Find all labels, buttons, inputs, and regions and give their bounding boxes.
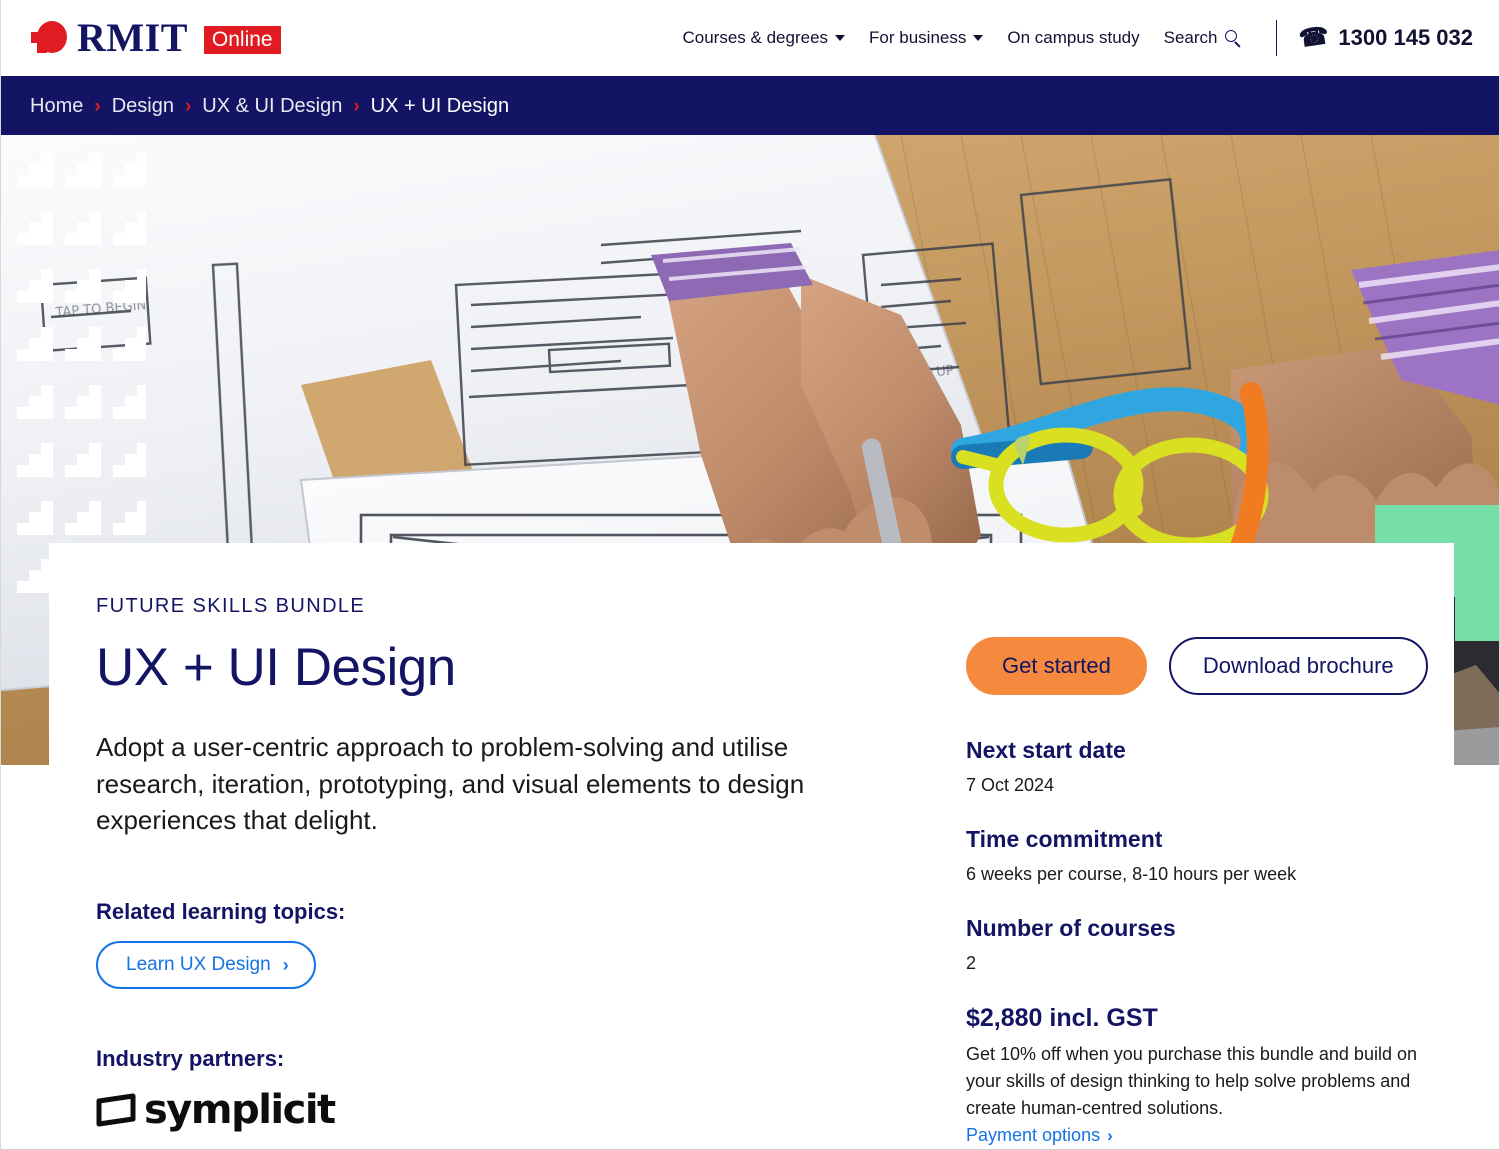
course-details-column: Get started Download brochure Next start… (966, 595, 1466, 1149)
breadcrumb: Home › Design › UX & UI Design › UX + UI… (1, 78, 1499, 135)
cta-button-row: Get started Download brochure (966, 637, 1466, 695)
price-block: $2,880 incl. GST Get 10% off when you pu… (966, 1004, 1466, 1146)
page-title: UX + UI Design (96, 638, 456, 697)
price-heading: $2,880 incl. GST (966, 1004, 1158, 1033)
nav-label: On campus study (1007, 28, 1140, 47)
fact-value: 7 Oct 2024 (966, 775, 1055, 795)
main-navigation: Courses & degrees For business On campus… (671, 0, 1473, 76)
nav-on-campus-study[interactable]: On campus study (995, 28, 1151, 48)
rmit-mark-icon (31, 21, 67, 55)
chevron-down-icon (835, 35, 846, 41)
nav-label: For business (869, 28, 967, 47)
chevron-right-icon: › (1107, 1125, 1113, 1145)
phone-link[interactable]: ☎ 1300 145 032 (1296, 22, 1473, 53)
nav-divider (1275, 20, 1277, 56)
get-started-button[interactable]: Get started (966, 637, 1147, 695)
site-header: RMIT Online Courses & degrees For busine… (1, 0, 1499, 78)
fact-number-of-courses: Number of courses 2 (966, 915, 1466, 976)
chevron-right-icon: › (282, 955, 289, 976)
nav-courses-and-degrees[interactable]: Courses & degrees (671, 28, 858, 48)
nav-search[interactable]: Search (1152, 28, 1254, 48)
online-badge: Online (203, 25, 281, 54)
course-primary-column: FUTURE SKILLS BUNDLE UX + UI Design Adop… (96, 595, 916, 1149)
related-topic-learn-ux-design[interactable]: Learn UX Design › (96, 941, 316, 990)
breadcrumb-item-home[interactable]: Home (30, 95, 83, 118)
bundle-eyebrow: FUTURE SKILLS BUNDLE (96, 595, 366, 617)
phone-number: 1300 145 032 (1338, 25, 1473, 50)
breadcrumb-separator-icon: › (184, 96, 192, 117)
industry-partners-label: Industry partners: (96, 1046, 285, 1072)
breadcrumb-item-current: UX + UI Design (370, 95, 510, 117)
fact-heading: Next start date (966, 737, 1126, 763)
related-topics-label: Related learning topics: (96, 899, 346, 925)
fact-value: 2 (966, 953, 977, 974)
course-overview-card: FUTURE SKILLS BUNDLE UX + UI Design Adop… (49, 543, 1454, 1149)
price-description: Get 10% off when you purchase this bundl… (966, 1044, 1417, 1119)
breadcrumb-separator-icon: › (94, 96, 101, 117)
nav-label: Search (1163, 28, 1218, 47)
rmit-online-logo[interactable]: RMIT Online (31, 16, 281, 60)
breadcrumb-item-design[interactable]: Design (112, 95, 174, 118)
fact-value: 6 weeks per course, 8-10 hours per week (966, 864, 1297, 885)
phone-icon: ☎ (1296, 22, 1331, 53)
breadcrumb-item-ux-and-ui-design[interactable]: UX & UI Design (202, 95, 342, 118)
fact-time-commitment: Time commitment 6 weeks per course, 8-10… (966, 826, 1466, 887)
fact-heading: Number of courses (966, 915, 1176, 942)
rmit-wordmark: RMIT (77, 15, 188, 60)
download-brochure-button[interactable]: Download brochure (1168, 637, 1428, 695)
fact-heading: Time commitment (966, 826, 1163, 853)
search-icon (1224, 29, 1242, 47)
nav-for-business[interactable]: For business (857, 28, 995, 48)
breadcrumb-separator-icon: › (353, 96, 360, 117)
course-description: Adopt a user-centric approach to problem… (96, 731, 805, 836)
partner-name: symplicit (144, 1087, 336, 1134)
payment-options-label: Payment options (966, 1125, 1101, 1146)
partner-logo-symplicit: symplicit (96, 1090, 916, 1130)
topic-pill-label: Learn UX Design (126, 954, 271, 976)
chevron-down-icon (973, 35, 984, 41)
payment-options-link[interactable]: Payment options › (966, 1125, 1113, 1146)
fact-next-start-date: Next start date 7 Oct 2024 (966, 737, 1466, 798)
symplicit-logo-icon (96, 1093, 136, 1127)
nav-label: Courses & degrees (682, 28, 829, 47)
page-root: RMIT Online Courses & degrees For busine… (0, 0, 1500, 1150)
